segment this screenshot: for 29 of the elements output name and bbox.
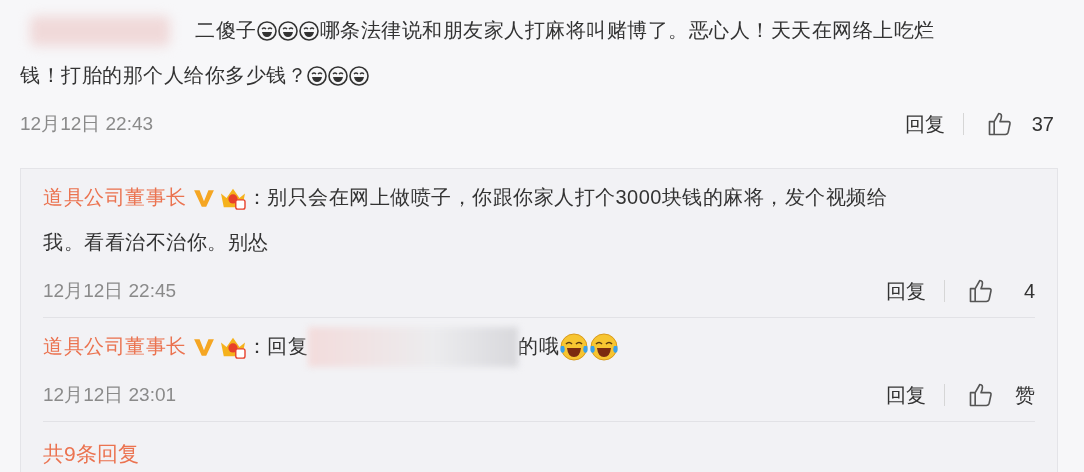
grin-emoji-icon: [328, 65, 348, 86]
laughing-tears-emoji-icon: [589, 331, 619, 362]
thumbs-up-icon[interactable]: [986, 110, 1014, 138]
comment-time: 12月12日 22:43: [20, 112, 154, 136]
grin-emoji-icon: [349, 65, 369, 86]
thumbs-up-icon[interactable]: [967, 381, 995, 409]
reply-link[interactable]: 回复: [886, 381, 926, 409]
like-count: 4: [1022, 279, 1035, 303]
comment-text: 哪条法律说和朋友家人打麻将叫赌博了。恶心人！天天在网络上吃烂: [319, 18, 935, 43]
colon: ：: [246, 334, 267, 359]
comment-text: 回复: [267, 334, 308, 359]
comment-text: 我。看看治不治你。别怂: [43, 230, 269, 255]
colon: ：: [246, 185, 267, 210]
comment-text: 别只会在网上做喷子，你跟你家人打个3000块钱的麻将，发个视频给: [267, 185, 888, 210]
laughing-tears-emoji-icon: [559, 331, 589, 362]
comment-text: 钱！打胎的那个人给你多少钱？: [20, 63, 307, 88]
grin-emoji-icon: [298, 20, 319, 41]
grin-emoji-icon: [307, 65, 327, 86]
reply-link[interactable]: 回复: [905, 110, 945, 138]
like-count: 赞: [1014, 382, 1035, 408]
grin-emoji-icon: [256, 20, 277, 41]
comment-text: 二傻子: [195, 18, 257, 43]
reply-link[interactable]: 回复: [886, 277, 926, 305]
comment-text: 的哦: [518, 334, 559, 359]
thumbs-up-icon[interactable]: [967, 277, 995, 305]
grin-emoji-icon: [277, 20, 298, 41]
reply-time: 12月12日 23:01: [43, 383, 177, 407]
like-count: 37: [1030, 112, 1054, 136]
reply-time: 12月12日 22:45: [43, 279, 177, 303]
